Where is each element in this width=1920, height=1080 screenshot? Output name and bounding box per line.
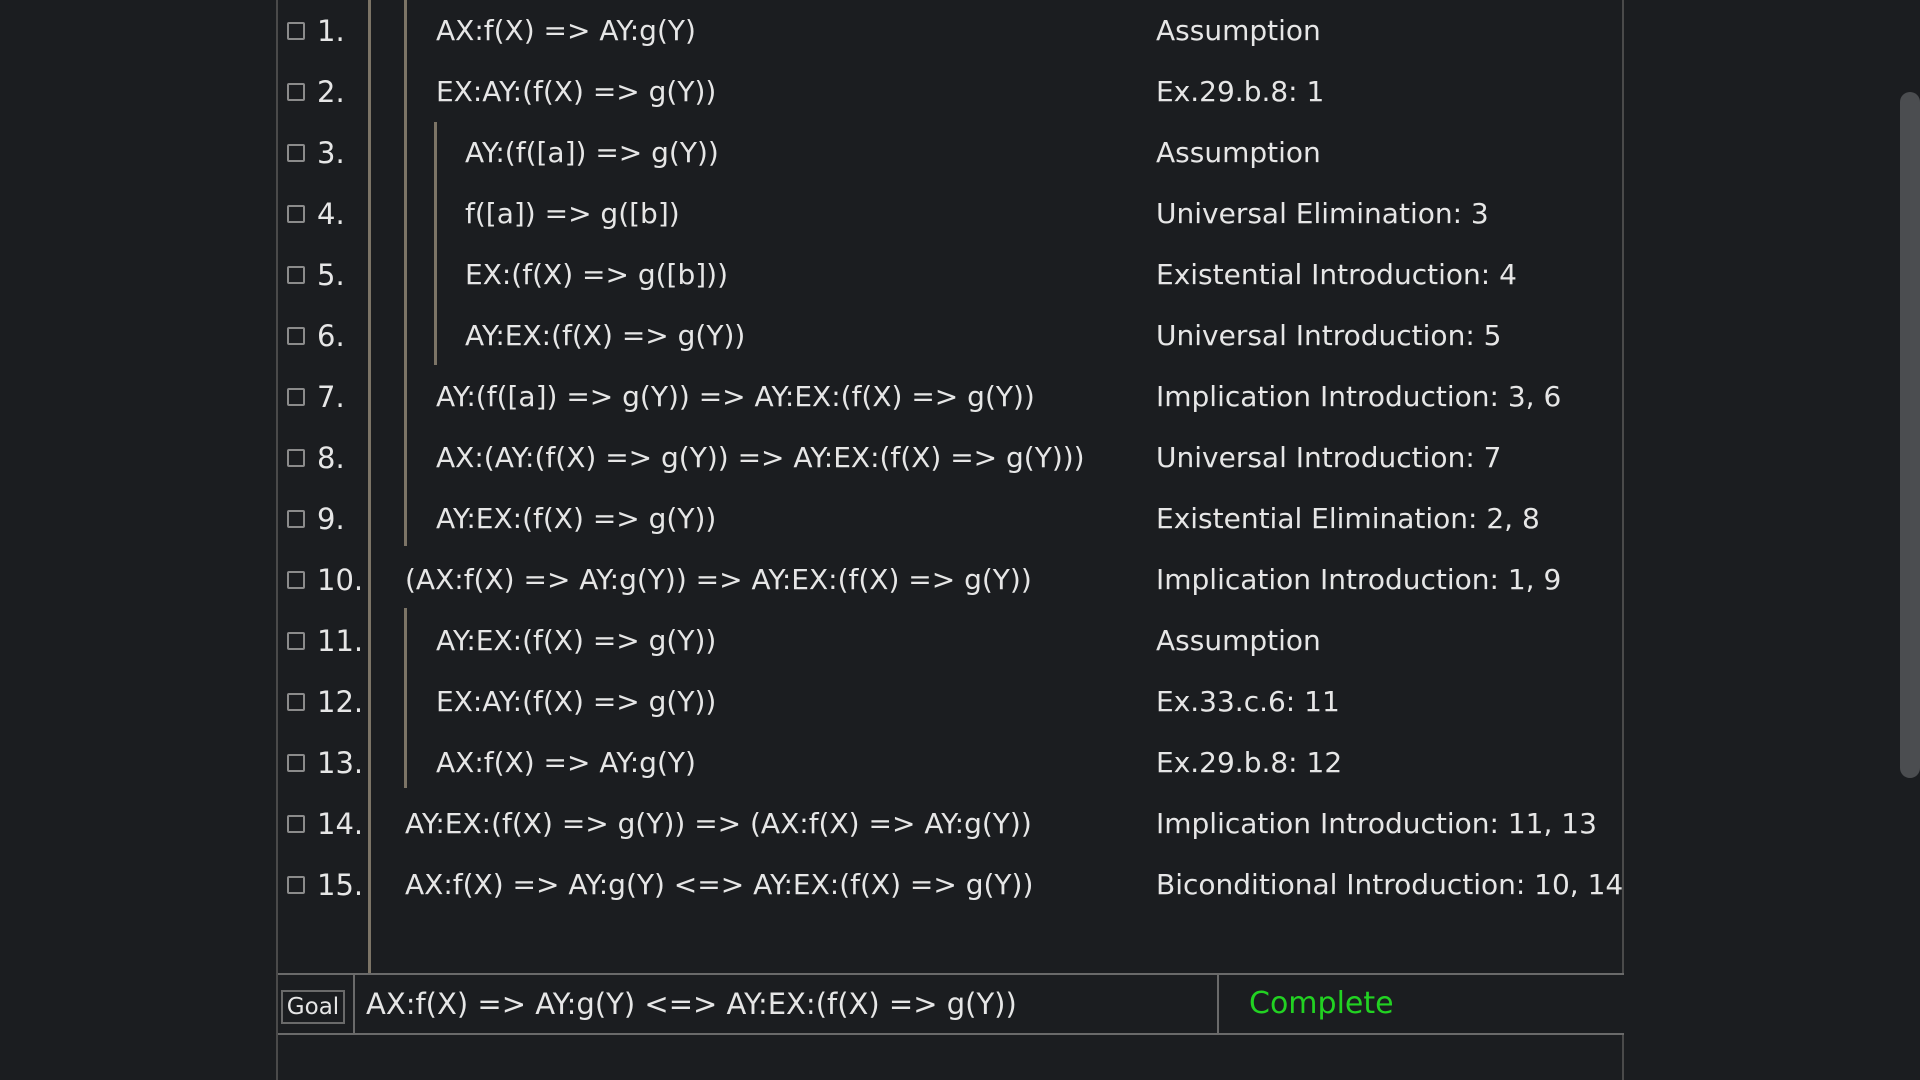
line-checkbox[interactable] — [287, 449, 305, 467]
line-formula[interactable]: AY:EX:(f(X) => g(Y)) => (AX:f(X) => AY:g… — [405, 806, 1032, 842]
line-formula[interactable]: AY:EX:(f(X) => g(Y)) — [465, 318, 745, 354]
proof-line[interactable]: 12. EX:AY:(f(X) => g(Y)) Ex.33.c.6: 11 — [278, 671, 1624, 732]
line-formula[interactable]: AX:(AY:(f(X) => g(Y)) => AY:EX:(f(X) => … — [436, 440, 1085, 476]
line-formula[interactable]: AX:f(X) => AY:g(Y) <=> AY:EX:(f(X) => g(… — [405, 867, 1033, 903]
scrollbar-thumb[interactable] — [1900, 92, 1920, 778]
proof-line[interactable]: 11. AY:EX:(f(X) => g(Y)) Assumption — [278, 610, 1624, 671]
line-checkbox[interactable] — [287, 327, 305, 345]
line-number: 14. — [317, 807, 364, 841]
line-formula[interactable]: AY:EX:(f(X) => g(Y)) — [436, 623, 716, 659]
line-checkbox[interactable] — [287, 83, 305, 101]
line-justification[interactable]: Universal Introduction: 7 — [1156, 440, 1501, 476]
proof-line[interactable]: 2. EX:AY:(f(X) => g(Y)) Ex.29.b.8: 1 — [278, 61, 1624, 122]
line-checkbox[interactable] — [287, 876, 305, 894]
line-checkbox[interactable] — [287, 571, 305, 589]
line-checkbox[interactable] — [287, 205, 305, 223]
line-number: 9. — [317, 502, 345, 536]
proof-panel: 1. AX:f(X) => AY:g(Y) Assumption 2. EX:A… — [276, 0, 1624, 1080]
line-justification[interactable]: Assumption — [1156, 135, 1321, 171]
line-justification[interactable]: Implication Introduction: 11, 13 — [1156, 806, 1597, 842]
line-justification[interactable]: Implication Introduction: 3, 6 — [1156, 379, 1561, 415]
proof-line[interactable]: 13. AX:f(X) => AY:g(Y) Ex.29.b.8: 12 — [278, 732, 1624, 793]
line-justification[interactable]: Ex.29.b.8: 1 — [1156, 74, 1324, 110]
line-number: 4. — [317, 197, 345, 231]
line-formula[interactable]: EX:AY:(f(X) => g(Y)) — [436, 74, 716, 110]
proof-line[interactable]: 14. AY:EX:(f(X) => g(Y)) => (AX:f(X) => … — [278, 793, 1624, 854]
line-justification[interactable]: Implication Introduction: 1, 9 — [1156, 562, 1561, 598]
goal-formula[interactable]: AX:f(X) => AY:g(Y) <=> AY:EX:(f(X) => g(… — [366, 986, 1017, 1022]
line-formula[interactable]: AY:EX:(f(X) => g(Y)) — [436, 501, 716, 537]
line-justification[interactable]: Universal Elimination: 3 — [1156, 196, 1489, 232]
line-justification[interactable]: Existential Elimination: 2, 8 — [1156, 501, 1540, 537]
line-checkbox[interactable] — [287, 144, 305, 162]
line-justification[interactable]: Universal Introduction: 5 — [1156, 318, 1501, 354]
line-checkbox[interactable] — [287, 388, 305, 406]
line-formula[interactable]: EX:(f(X) => g([b])) — [465, 257, 728, 293]
line-justification[interactable]: Assumption — [1156, 13, 1321, 49]
line-formula[interactable]: f([a]) => g([b]) — [465, 196, 680, 232]
line-formula[interactable]: AY:(f([a]) => g(Y)) => AY:EX:(f(X) => g(… — [436, 379, 1035, 415]
line-formula[interactable]: (AX:f(X) => AY:g(Y)) => AY:EX:(f(X) => g… — [405, 562, 1032, 598]
line-number: 2. — [317, 75, 345, 109]
line-number: 15. — [317, 868, 364, 902]
line-number: 13. — [317, 746, 364, 780]
line-formula[interactable]: AX:f(X) => AY:g(Y) — [436, 13, 696, 49]
line-number: 11. — [317, 624, 364, 658]
goal-label: Goal — [281, 990, 345, 1024]
line-checkbox[interactable] — [287, 693, 305, 711]
line-checkbox[interactable] — [287, 510, 305, 528]
line-number: 3. — [317, 136, 345, 170]
proof-line[interactable]: 3. AY:(f([a]) => g(Y)) Assumption — [278, 122, 1624, 183]
line-formula[interactable]: AY:(f([a]) => g(Y)) — [465, 135, 719, 171]
line-number: 6. — [317, 319, 345, 353]
line-number: 1. — [317, 14, 345, 48]
goal-divider — [353, 975, 355, 1033]
line-justification[interactable]: Biconditional Introduction: 10, 14 — [1156, 867, 1623, 903]
line-checkbox[interactable] — [287, 266, 305, 284]
goal-divider — [1217, 975, 1219, 1033]
proof-line[interactable]: 5. EX:(f(X) => g([b])) Existential Intro… — [278, 244, 1624, 305]
line-checkbox[interactable] — [287, 815, 305, 833]
proof-line[interactable]: 15. AX:f(X) => AY:g(Y) <=> AY:EX:(f(X) =… — [278, 854, 1624, 915]
proof-line[interactable]: 4. f([a]) => g([b]) Universal Eliminatio… — [278, 183, 1624, 244]
line-checkbox[interactable] — [287, 22, 305, 40]
goal-status: Complete — [1249, 986, 1394, 1021]
proof-line[interactable]: 7. AY:(f([a]) => g(Y)) => AY:EX:(f(X) =>… — [278, 366, 1624, 427]
line-formula[interactable]: EX:AY:(f(X) => g(Y)) — [436, 684, 716, 720]
line-formula[interactable]: AX:f(X) => AY:g(Y) — [436, 745, 696, 781]
line-number: 5. — [317, 258, 345, 292]
line-justification[interactable]: Ex.29.b.8: 12 — [1156, 745, 1342, 781]
line-justification[interactable]: Ex.33.c.6: 11 — [1156, 684, 1340, 720]
line-checkbox[interactable] — [287, 754, 305, 772]
proof-line[interactable]: 9. AY:EX:(f(X) => g(Y)) Existential Elim… — [278, 488, 1624, 549]
line-number: 7. — [317, 380, 345, 414]
proof-line[interactable]: 8. AX:(AY:(f(X) => g(Y)) => AY:EX:(f(X) … — [278, 427, 1624, 488]
line-checkbox[interactable] — [287, 632, 305, 650]
goal-bar: Goal AX:f(X) => AY:g(Y) <=> AY:EX:(f(X) … — [278, 973, 1624, 1035]
line-justification[interactable]: Assumption — [1156, 623, 1321, 659]
line-number: 12. — [317, 685, 364, 719]
line-number: 10. — [317, 563, 364, 597]
line-number: 8. — [317, 441, 345, 475]
proof-line[interactable]: 1. AX:f(X) => AY:g(Y) Assumption — [278, 0, 1624, 61]
proof-line[interactable]: 10. (AX:f(X) => AY:g(Y)) => AY:EX:(f(X) … — [278, 549, 1624, 610]
proof-editor-page: 1. AX:f(X) => AY:g(Y) Assumption 2. EX:A… — [0, 0, 1920, 1080]
line-justification[interactable]: Existential Introduction: 4 — [1156, 257, 1517, 293]
proof-line[interactable]: 6. AY:EX:(f(X) => g(Y)) Universal Introd… — [278, 305, 1624, 366]
